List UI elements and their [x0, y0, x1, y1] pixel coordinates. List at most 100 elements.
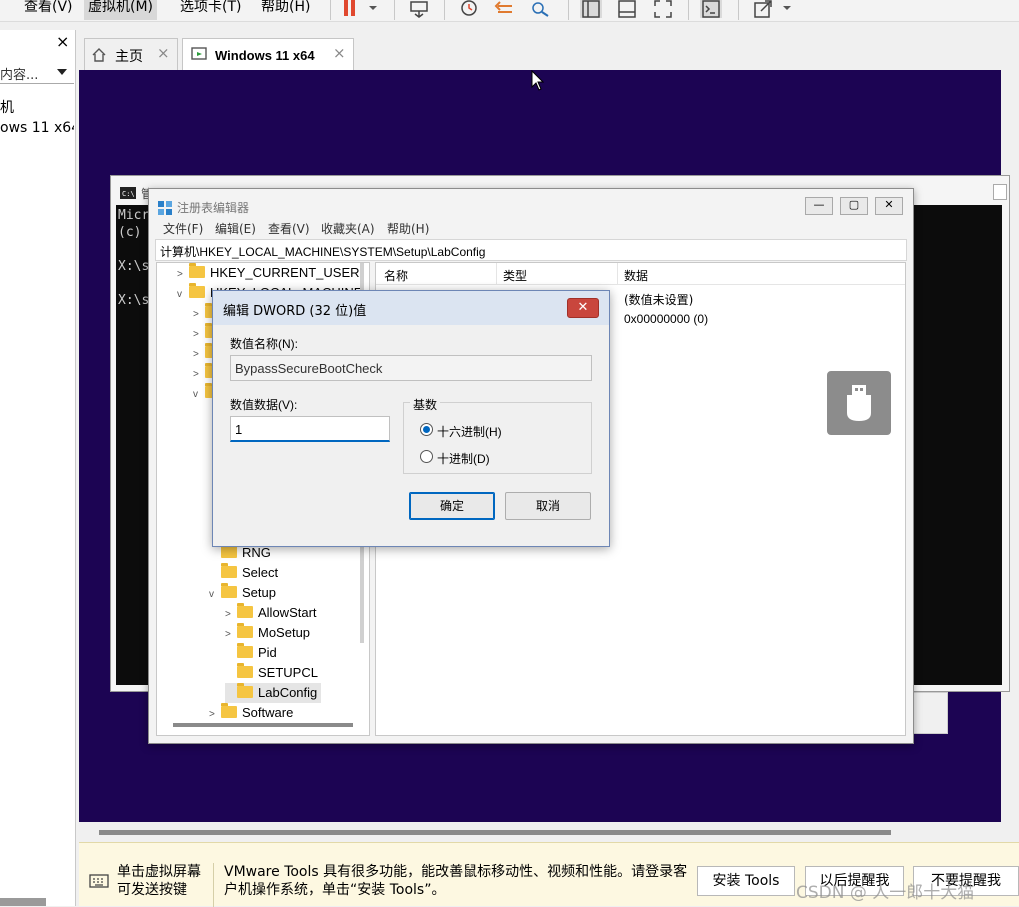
value-data-label: 数值数据(V): — [230, 398, 298, 412]
menu-tabs[interactable]: 选项卡(T) — [176, 0, 245, 20]
radio-decimal[interactable] — [420, 450, 433, 463]
address-path: 计算机\HKEY_LOCAL_MACHINE\SYSTEM\Setup\LabC… — [160, 245, 486, 259]
library-item-my-computer[interactable]: 机 — [0, 97, 14, 117]
chevron-right-icon[interactable]: > — [225, 625, 237, 645]
menu-vm[interactable]: 虚拟机(M) — [84, 0, 158, 20]
minimize-button[interactable]: — — [805, 197, 833, 215]
regedit-menu-favorites[interactable]: 收藏夹(A) — [321, 220, 375, 237]
menu-help[interactable]: 帮助(H) — [257, 0, 314, 20]
tree-item-labconfig[interactable]: LabConfig — [225, 683, 322, 703]
tools-message: VMware Tools 具有很多功能，能改善鼠标移动性、视频和性能。请登录客户… — [224, 864, 688, 898]
console-view-icon[interactable] — [700, 0, 722, 18]
folder-icon — [237, 663, 253, 678]
install-tools-button[interactable]: 安装 Tools — [697, 866, 795, 896]
column-data[interactable]: 数据 — [624, 267, 648, 284]
regedit-menu-view[interactable]: 查看(V) — [268, 220, 310, 237]
chevron-down-icon[interactable] — [56, 67, 68, 77]
regedit-menu-file[interactable]: 文件(F) — [163, 220, 203, 237]
value-name-text: BypassSecureBootCheck — [235, 361, 383, 376]
folder-icon — [237, 603, 253, 618]
value-data-default[interactable]: (数值未设置) — [624, 291, 693, 308]
chevron-down-icon[interactable]: v — [177, 285, 189, 305]
library-search-input[interactable]: 内容... — [0, 60, 74, 84]
address-bar[interactable]: 计算机\HKEY_LOCAL_MACHINE\SYSTEM\Setup\LabC… — [155, 239, 907, 261]
library-scrollbar[interactable] — [0, 898, 46, 906]
column-type[interactable]: 类型 — [503, 267, 527, 284]
tree-item-label: Pid — [258, 645, 277, 660]
regedit-menu-edit[interactable]: 编辑(E) — [215, 220, 256, 237]
column-divider[interactable] — [617, 263, 618, 285]
tree-item-label: AllowStart — [258, 605, 317, 620]
ok-button[interactable]: 确定 — [409, 492, 495, 520]
base-group-label: 基数 — [410, 396, 441, 413]
close-icon[interactable]: × — [157, 44, 170, 62]
chevron-right-icon[interactable]: > — [225, 605, 237, 625]
column-name[interactable]: 名称 — [384, 267, 408, 284]
tree-hscrollbar[interactable] — [173, 723, 353, 727]
tree-item-label: MoSetup — [258, 625, 311, 640]
close-icon[interactable]: × — [333, 44, 346, 62]
tab-windows-11-label: Windows 11 x64 — [215, 48, 315, 63]
scrollbar-thumb[interactable] — [99, 830, 891, 835]
toolbar-separator — [394, 0, 395, 20]
tree-item-hkey-current-user[interactable]: > HKEY_CURRENT_USER — [177, 263, 360, 283]
pause-icon[interactable] — [340, 0, 362, 18]
dialog-title: 编辑 DWORD (32 位)值 — [223, 304, 367, 319]
column-divider[interactable] — [496, 263, 497, 285]
value-name-field[interactable]: BypassSecureBootCheck — [230, 355, 592, 381]
tab-home[interactable]: 主页 × — [84, 38, 178, 70]
folder-icon — [237, 623, 253, 638]
library-search-placeholder: 内容... — [0, 68, 39, 83]
radio-hex-label[interactable]: 十六进制(H) — [437, 423, 502, 440]
radio-decimal-label[interactable]: 十进制(D) — [437, 450, 490, 467]
chevron-down-icon[interactable] — [366, 0, 380, 18]
revert-snapshot-icon[interactable] — [494, 0, 516, 18]
toolbar-separator — [330, 0, 331, 20]
library-close-button[interactable]: × — [56, 32, 69, 51]
console-line: Micr — [118, 208, 150, 223]
folder-icon — [189, 263, 205, 278]
console-window-button[interactable] — [993, 184, 1007, 200]
close-button[interactable]: ✕ — [875, 197, 903, 215]
dialog-close-button[interactable]: ✕ — [567, 298, 599, 318]
folder-icon — [237, 643, 253, 658]
tree-item-software[interactable]: > Software — [209, 703, 293, 723]
value-data-dword[interactable]: 0x00000000 (0) — [624, 312, 708, 326]
tree-item-mosetup[interactable]: > MoSetup — [225, 623, 310, 643]
usb-device-icon[interactable] — [827, 371, 891, 435]
divider — [213, 863, 214, 907]
regedit-menu-help[interactable]: 帮助(H) — [387, 220, 429, 237]
value-data-field[interactable]: 1 — [230, 416, 390, 442]
folder-icon — [237, 683, 253, 698]
chevron-right-icon[interactable]: > — [177, 265, 189, 285]
tree-item-setupcl[interactable]: SETUPCL — [225, 663, 318, 683]
chevron-down-icon[interactable]: v — [209, 585, 221, 605]
folder-icon — [221, 543, 237, 558]
send-ctrl-alt-del-icon[interactable] — [408, 0, 430, 18]
console-line: X:\s — [118, 259, 150, 274]
library-item-vm[interactable]: ows 11 x64 — [0, 120, 74, 136]
tree-item-allowstart[interactable]: > AllowStart — [225, 603, 317, 623]
snapshot-icon[interactable] — [458, 0, 480, 18]
tree-item-select[interactable]: Select — [209, 563, 278, 583]
tab-windows-11[interactable]: Windows 11 x64 × — [182, 38, 354, 70]
menu-view[interactable]: 查看(V) — [20, 0, 77, 20]
home-icon — [92, 48, 106, 62]
library-view-icon[interactable] — [580, 0, 602, 18]
dialog-body: 数值名称(N): BypassSecureBootCheck 数值数据(V): … — [219, 326, 603, 539]
stretch-guest-icon[interactable] — [752, 0, 774, 18]
snapshot-manager-icon[interactable] — [530, 0, 552, 18]
folder-icon — [221, 583, 237, 598]
fullscreen-icon[interactable] — [652, 0, 674, 18]
chevron-down-icon[interactable] — [780, 0, 794, 18]
horizontal-scrollbar[interactable] — [79, 822, 1019, 842]
tree-item-pid[interactable]: Pid — [225, 643, 277, 663]
tree-item-setup[interactable]: v Setup — [209, 583, 276, 603]
thumbnail-view-icon[interactable] — [616, 0, 638, 18]
maximize-button[interactable]: ▢ — [840, 197, 868, 215]
radio-hex[interactable] — [420, 423, 433, 436]
values-header: 名称 类型 数据 — [376, 263, 905, 285]
chevron-right-icon[interactable]: > — [209, 705, 221, 725]
cancel-button[interactable]: 取消 — [505, 492, 591, 520]
svg-text:C:\: C:\ — [122, 190, 135, 198]
